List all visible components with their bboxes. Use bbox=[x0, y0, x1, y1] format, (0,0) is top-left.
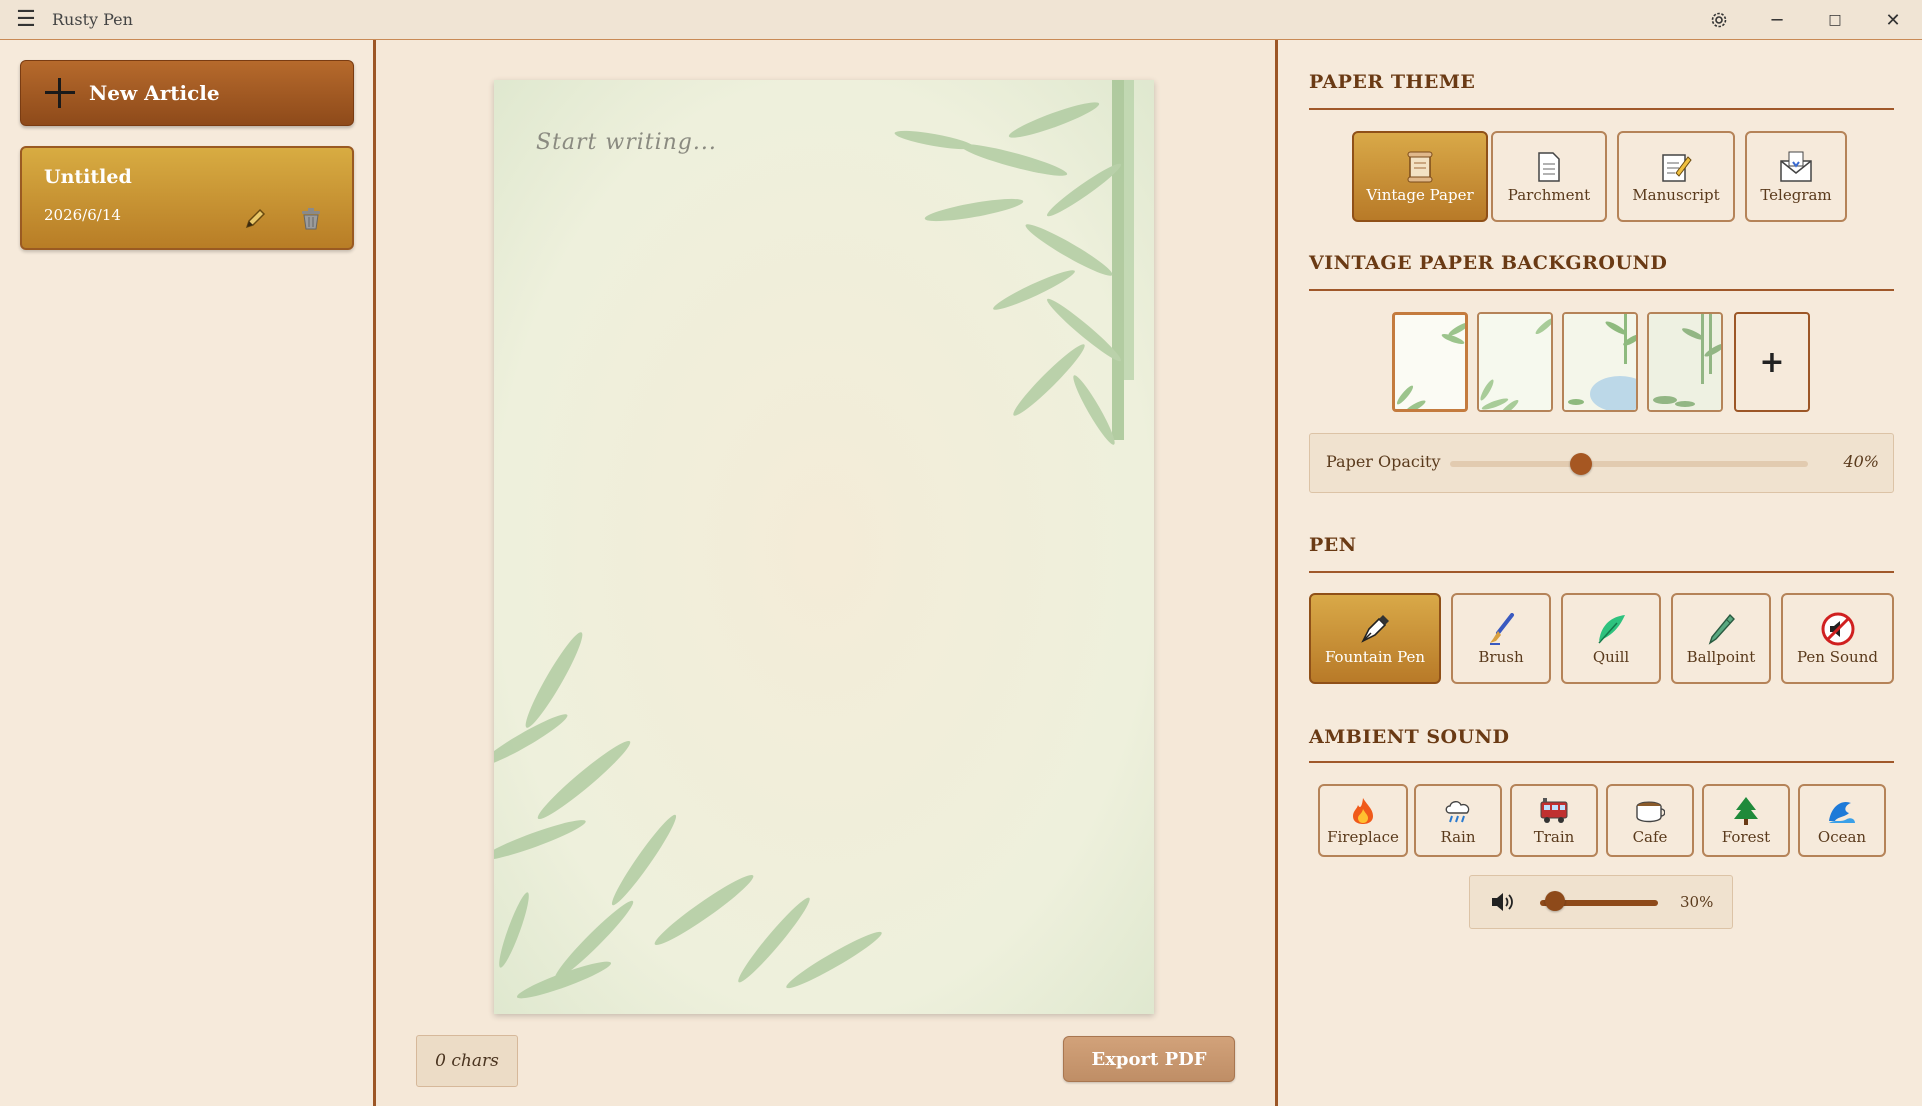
ambient-volume-control: 30% bbox=[1469, 875, 1733, 929]
new-article-button[interactable]: New Article bbox=[20, 60, 354, 126]
background-thumbnail-4[interactable] bbox=[1647, 312, 1723, 412]
pen-fountain[interactable]: Fountain Pen bbox=[1309, 593, 1441, 684]
pen-label: Brush bbox=[1478, 647, 1524, 666]
ambient-ocean[interactable]: Ocean bbox=[1798, 784, 1886, 857]
feather-icon bbox=[1595, 612, 1627, 646]
ambient-cafe[interactable]: Cafe bbox=[1606, 784, 1694, 857]
minimize-button[interactable]: ─ bbox=[1748, 0, 1806, 40]
paper-opacity-slider[interactable] bbox=[1450, 461, 1808, 467]
app-title: Rusty Pen bbox=[52, 10, 133, 29]
ambient-volume-slider-handle[interactable] bbox=[1545, 891, 1566, 911]
export-pdf-button[interactable]: Export PDF bbox=[1063, 1036, 1235, 1082]
tree-icon bbox=[1733, 796, 1759, 826]
paper-opacity-label: Paper Opacity bbox=[1326, 452, 1441, 471]
theme-manuscript[interactable]: Manuscript bbox=[1617, 131, 1735, 222]
paper-opacity-control: Paper Opacity 40% bbox=[1309, 433, 1894, 493]
editor-area: Start writing... 0 chars Export PDF bbox=[379, 40, 1275, 1106]
background-heading: VINTAGE PAPER BACKGROUND bbox=[1309, 252, 1668, 274]
new-article-label: New Article bbox=[89, 81, 220, 105]
ambient-label: Fireplace bbox=[1327, 827, 1399, 846]
fire-icon bbox=[1351, 796, 1375, 826]
add-background-button[interactable]: + bbox=[1734, 312, 1810, 412]
ambient-fireplace[interactable]: Fireplace bbox=[1318, 784, 1408, 857]
article-sidebar: New Article Untitled 2026/6/14 bbox=[0, 40, 376, 1106]
article-title: Untitled bbox=[44, 166, 132, 188]
ambient-label: Train bbox=[1533, 827, 1575, 846]
settings-panel: PAPER THEME Vintage Paper Parchment Manu… bbox=[1275, 40, 1922, 1106]
theme-label: Vintage Paper bbox=[1366, 185, 1474, 204]
paper-opacity-slider-handle[interactable] bbox=[1570, 453, 1593, 475]
theme-label: Telegram bbox=[1760, 185, 1832, 204]
writing-paper[interactable]: Start writing... bbox=[494, 80, 1154, 1014]
ambient-rain[interactable]: Rain bbox=[1414, 784, 1502, 857]
pen-icon bbox=[1706, 612, 1736, 646]
section-divider bbox=[1309, 761, 1894, 763]
wave-icon bbox=[1827, 796, 1857, 826]
title-bar: ☰ Rusty Pen ─ □ ✕ bbox=[0, 0, 1922, 40]
fountain-pen-icon bbox=[1359, 612, 1391, 646]
editor-placeholder: Start writing... bbox=[536, 130, 717, 155]
pen-label: Pen Sound bbox=[1797, 647, 1878, 666]
ambient-label: Rain bbox=[1440, 827, 1476, 846]
rain-cloud-icon bbox=[1443, 796, 1473, 826]
section-divider bbox=[1309, 289, 1894, 291]
ambient-label: Ocean bbox=[1817, 827, 1867, 846]
pen-label: Quill bbox=[1592, 647, 1630, 666]
settings-gear-icon[interactable] bbox=[1690, 0, 1748, 40]
maximize-button[interactable]: □ bbox=[1806, 0, 1864, 40]
article-card[interactable]: Untitled 2026/6/14 bbox=[20, 146, 354, 250]
envelope-icon bbox=[1779, 150, 1813, 184]
ambient-label: Forest bbox=[1721, 827, 1771, 846]
paper-theme-heading: PAPER THEME bbox=[1309, 71, 1476, 93]
memo-icon bbox=[1660, 150, 1692, 184]
ambient-train[interactable]: Train bbox=[1510, 784, 1598, 857]
background-thumbnail-1[interactable] bbox=[1392, 312, 1468, 412]
theme-vintage-paper[interactable]: Vintage Paper bbox=[1352, 131, 1488, 222]
paper-opacity-value: 40% bbox=[1843, 452, 1879, 471]
pen-label: Fountain Pen bbox=[1324, 647, 1426, 666]
close-button[interactable]: ✕ bbox=[1864, 0, 1922, 40]
trash-icon[interactable] bbox=[296, 204, 326, 234]
theme-label: Manuscript bbox=[1632, 185, 1720, 204]
plus-icon bbox=[45, 78, 75, 108]
theme-parchment[interactable]: Parchment bbox=[1491, 131, 1607, 222]
pen-label: Ballpoint bbox=[1686, 647, 1756, 666]
ambient-heading: AMBIENT SOUND bbox=[1309, 726, 1510, 748]
char-count: 0 chars bbox=[416, 1035, 518, 1087]
theme-telegram[interactable]: Telegram bbox=[1745, 131, 1847, 222]
pen-brush[interactable]: Brush bbox=[1451, 593, 1551, 684]
background-thumbnail-3[interactable] bbox=[1562, 312, 1638, 412]
coffee-icon bbox=[1635, 796, 1665, 826]
muted-speaker-icon bbox=[1821, 612, 1855, 646]
train-icon bbox=[1538, 796, 1570, 826]
section-divider bbox=[1309, 571, 1894, 573]
scroll-icon bbox=[1405, 150, 1435, 184]
document-icon bbox=[1536, 150, 1562, 184]
article-date: 2026/6/14 bbox=[44, 206, 121, 224]
hamburger-menu-icon[interactable]: ☰ bbox=[0, 0, 52, 40]
background-thumbnail-2[interactable] bbox=[1477, 312, 1553, 412]
pen-sound-toggle[interactable]: Pen Sound bbox=[1781, 593, 1894, 684]
pen-heading: PEN bbox=[1309, 534, 1357, 556]
ambient-volume-value: 30% bbox=[1680, 893, 1714, 911]
ambient-forest[interactable]: Forest bbox=[1702, 784, 1790, 857]
paintbrush-icon bbox=[1486, 612, 1516, 646]
section-divider bbox=[1309, 108, 1894, 110]
bamboo-decoration bbox=[494, 80, 1134, 999]
edit-pencil-icon[interactable] bbox=[240, 204, 270, 234]
pen-ballpoint[interactable]: Ballpoint bbox=[1671, 593, 1771, 684]
pen-quill[interactable]: Quill bbox=[1561, 593, 1661, 684]
speaker-icon[interactable] bbox=[1490, 890, 1516, 918]
theme-label: Parchment bbox=[1507, 185, 1591, 204]
ambient-label: Cafe bbox=[1632, 827, 1668, 846]
